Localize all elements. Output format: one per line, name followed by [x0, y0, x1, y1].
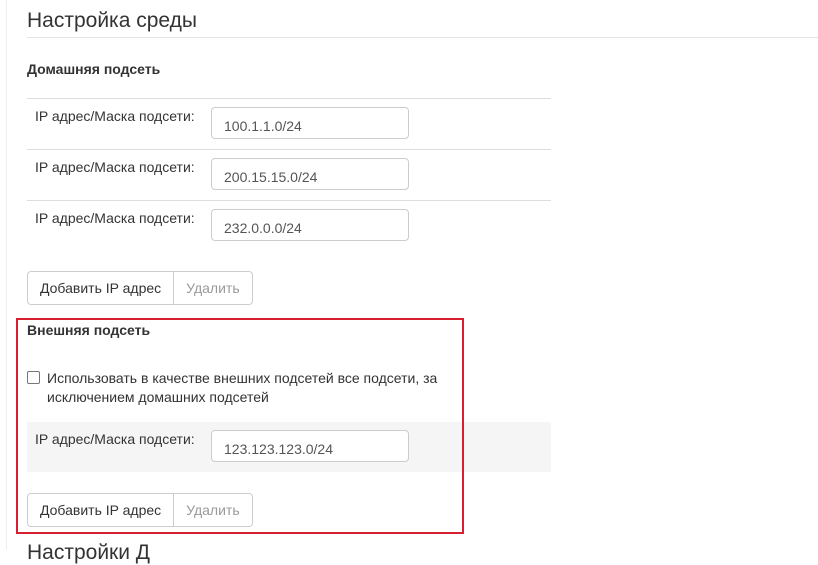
external-subnet-row: IP адрес/Маска подсети: — [27, 422, 551, 472]
title-divider — [27, 37, 818, 38]
left-divider — [6, 0, 7, 550]
ip-mask-input[interactable] — [211, 430, 409, 462]
ip-mask-input[interactable] — [211, 158, 409, 190]
exclude-home-checkbox[interactable] — [27, 371, 40, 384]
home-subnet-row: IP адрес/Маска подсети: — [27, 149, 551, 200]
ip-mask-label: IP адрес/Маска подсети: — [35, 431, 195, 447]
ip-mask-input[interactable] — [211, 107, 409, 139]
exclude-home-checkbox-label: Использовать в качестве внешних подсетей… — [47, 370, 438, 405]
home-subnet-row: IP адрес/Маска подсети: — [27, 200, 551, 251]
ip-mask-input[interactable] — [211, 209, 409, 241]
external-subnet-actions: Добавить IP адрес Удалить — [27, 493, 253, 527]
page-title: Настройка среды — [27, 9, 197, 32]
delete-button[interactable]: Удалить — [174, 493, 253, 527]
home-subnet-title: Домашняя подсеть — [27, 61, 161, 77]
ip-mask-label: IP адрес/Маска подсети: — [35, 210, 195, 226]
add-ip-button[interactable]: Добавить IP адрес — [27, 493, 175, 527]
home-subnet-actions: Добавить IP адрес Удалить — [27, 271, 253, 305]
external-subnet-title: Внешняя подсеть — [27, 322, 151, 338]
next-section-title: Настройки Д — [27, 541, 151, 564]
delete-button[interactable]: Удалить — [174, 271, 253, 305]
add-ip-button[interactable]: Добавить IP адрес — [27, 271, 175, 305]
home-subnet-row: IP адрес/Маска подсети: — [27, 98, 551, 149]
ip-mask-label: IP адрес/Маска подсети: — [35, 108, 195, 124]
ip-mask-label: IP адрес/Маска подсети: — [35, 159, 195, 175]
